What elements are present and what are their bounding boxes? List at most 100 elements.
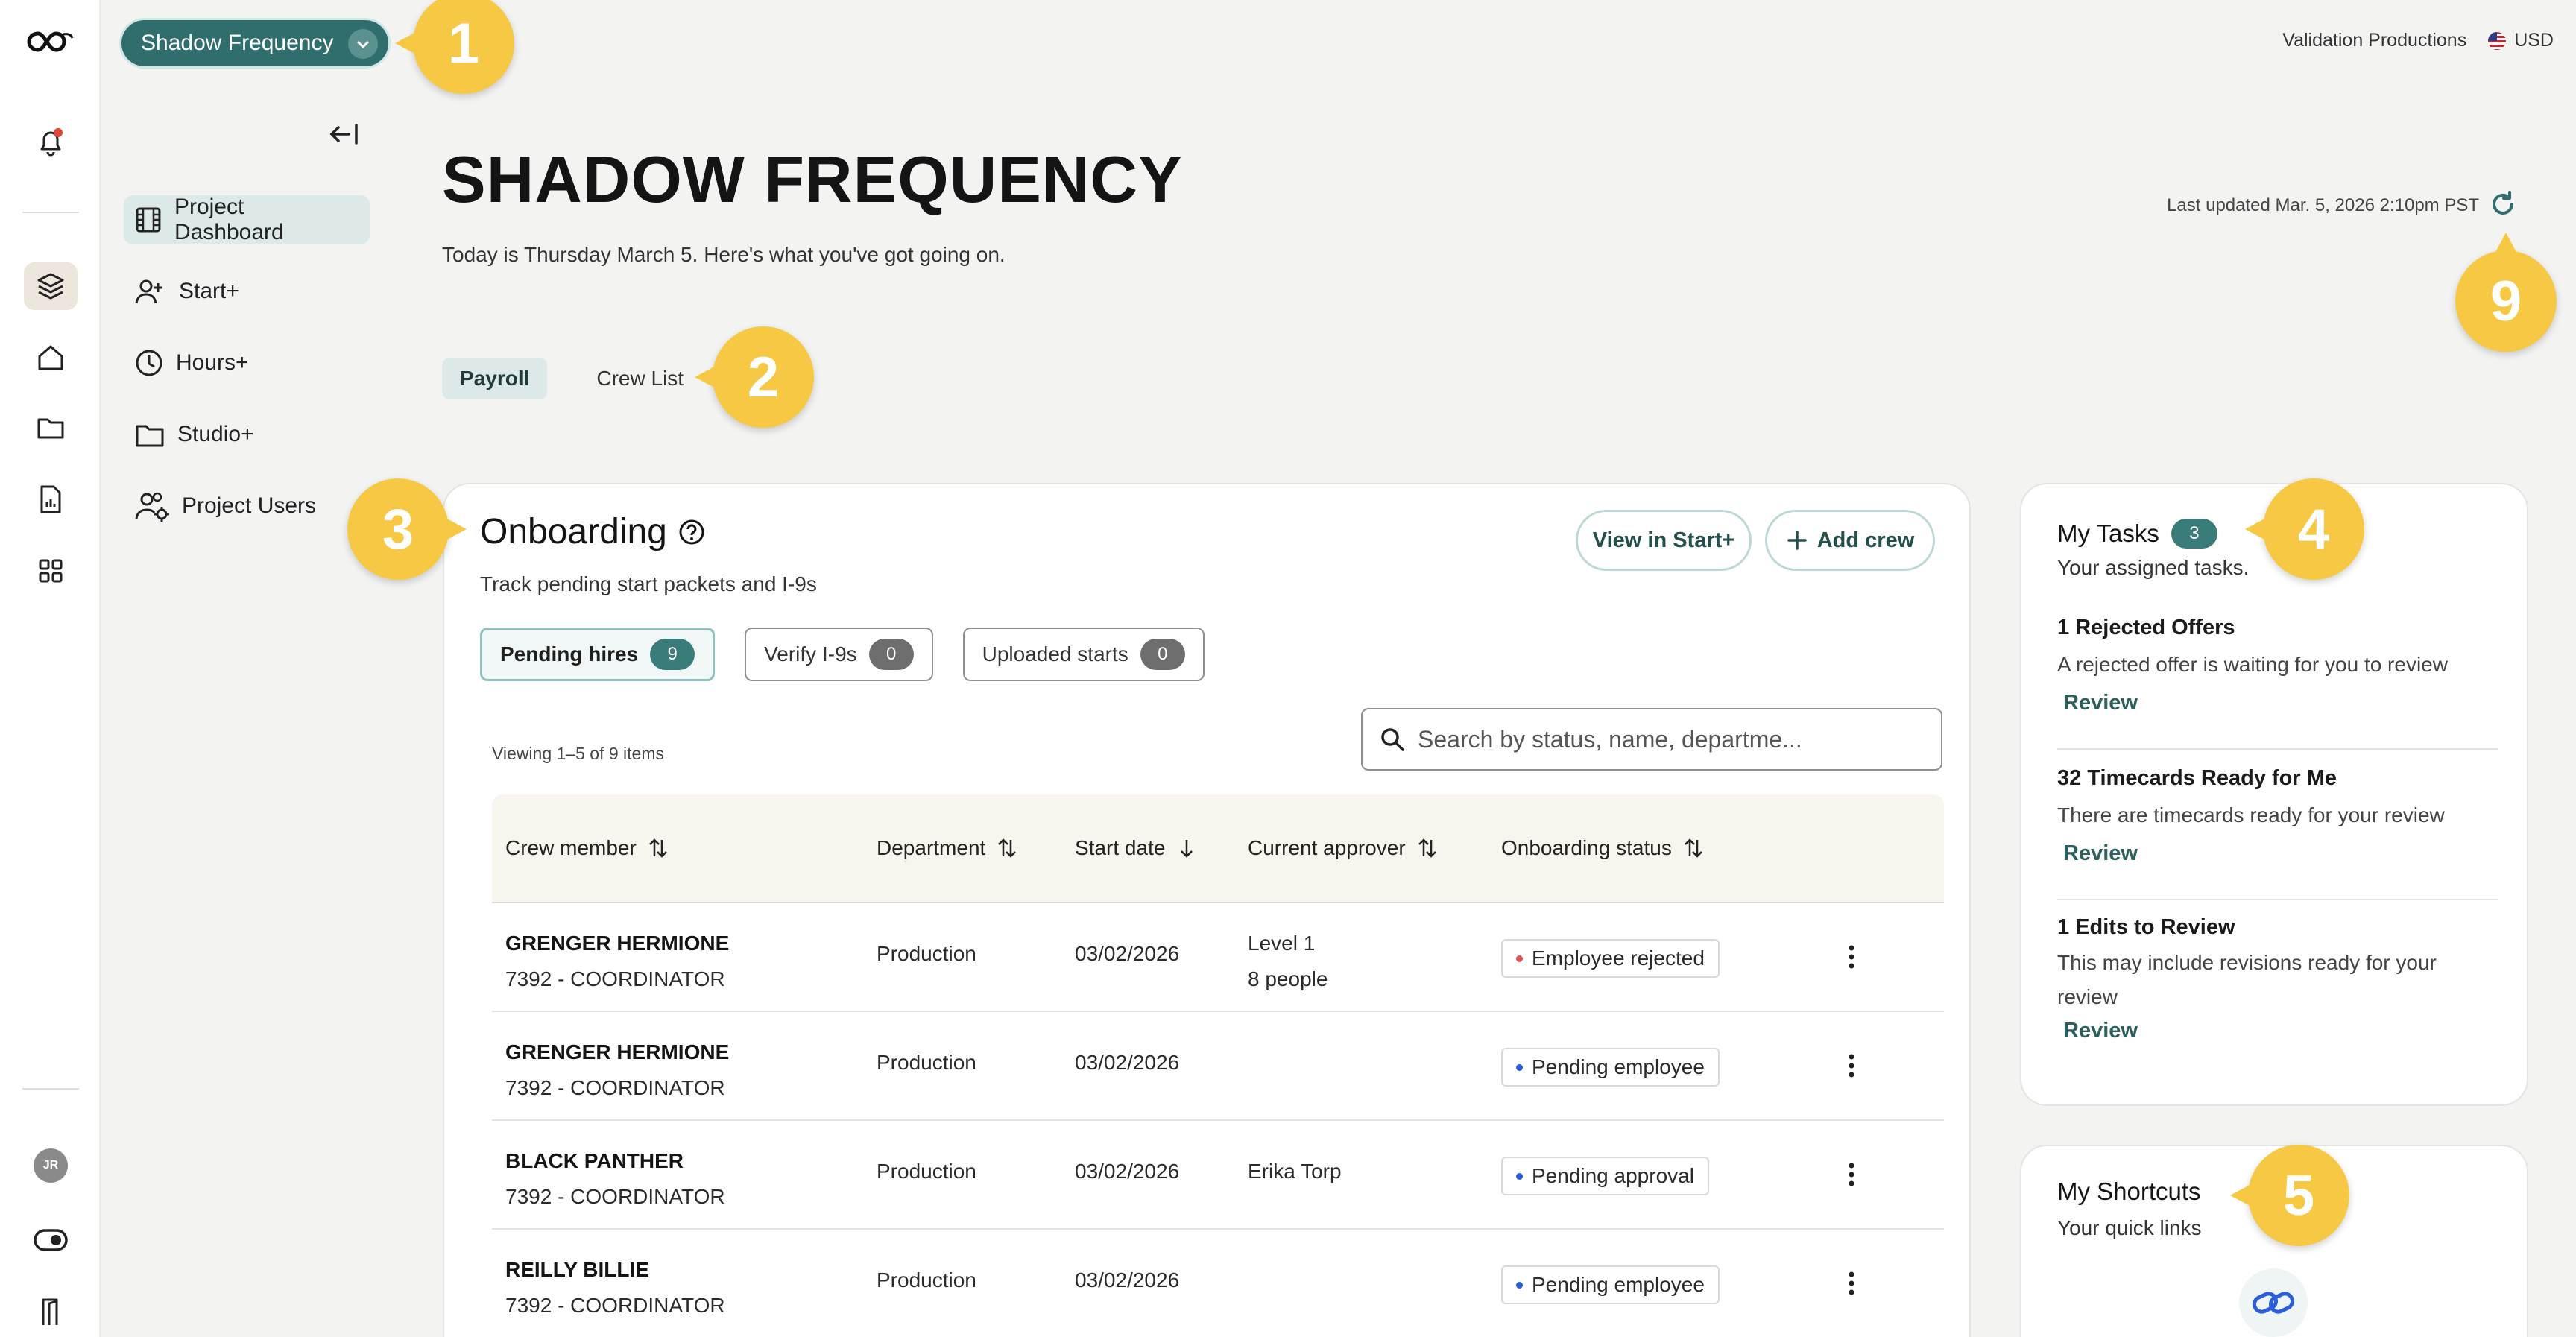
task-title: 1 Edits to Review [2057,915,2235,939]
task-review-link[interactable]: Review [2063,841,2498,866]
search-box[interactable] [1361,708,1942,771]
task-item: 1 Edits to Review This may include revis… [2057,915,2460,1043]
report-document-icon[interactable] [24,475,78,523]
chip-label: Pending hires [500,642,639,666]
column-header-department[interactable]: Department [877,836,1018,860]
refresh-icon[interactable] [2487,188,2519,221]
apps-grid-icon[interactable] [24,547,78,595]
more-vertical-icon[interactable] [1844,1049,1859,1082]
sidebar-item-project-dashboard[interactable]: Project Dashboard [124,195,370,244]
task-description: A rejected offer is waiting for you to r… [2057,653,2448,676]
my-tasks-card: My Tasks 3 Your assigned tasks. 1 Reject… [2020,483,2528,1106]
user-avatar[interactable]: JR [24,1142,78,1189]
sort-icon [648,838,667,858]
status-label: Pending employee [1532,1273,1705,1296]
last-updated-timestamp: Last updated Mar. 5, 2026 2:10pm PST [2167,195,2479,215]
rail-divider [22,1088,79,1090]
task-review-link[interactable]: Review [2063,1019,2460,1043]
sidebar-item-hours-plus[interactable]: Hours+ [124,338,370,388]
task-description: There are timecards ready for your revie… [2057,803,2445,826]
my-tasks-subtitle: Your assigned tasks. [2057,556,2250,579]
top-right-info: Validation Productions USD [2282,30,2554,51]
status-badge: Pending approval [1501,1157,1709,1195]
exit-door-icon[interactable] [24,1288,78,1336]
status-label: Employee rejected [1532,946,1705,970]
sort-icon [1684,838,1702,858]
department-cell: Production [877,1160,976,1183]
table-row[interactable]: GRENGER HERMIONE 7392 - COORDINATOR Prod… [492,903,1944,1012]
table-row[interactable]: REILLY BILLIE 7392 - COORDINATOR Product… [492,1230,1944,1337]
chip-pending-hires[interactable]: Pending hires 9 [480,628,716,681]
onboarding-card: Onboarding Track pending start packets a… [443,483,1971,1337]
department-cell: Production [877,942,976,965]
crew-name[interactable]: BLACK PANTHER [505,1143,725,1179]
column-label: Department [877,836,986,859]
status-badge: Pending employee [1501,1265,1720,1304]
more-vertical-icon[interactable] [1844,1158,1859,1191]
dashboard-tabs: Payroll Crew List [442,358,701,399]
crew-member-cell: REILLY BILLIE 7392 - COORDINATOR [505,1252,725,1324]
sidebar-item-label: Hours+ [176,350,249,375]
home-icon[interactable] [24,334,78,382]
chip-verify-i9s[interactable]: Verify I-9s 0 [745,628,933,681]
chip-count: 0 [868,639,914,670]
help-circle-icon[interactable] [678,518,706,546]
task-title: 1 Rejected Offers [2057,616,2235,639]
column-header-current-approver[interactable]: Current approver [1248,836,1439,860]
column-header-start-date[interactable]: Start date [1075,836,1198,860]
film-icon [136,207,161,233]
sidebar-item-project-users[interactable]: Project Users [124,481,370,531]
crew-name[interactable]: GRENGER HERMIONE [505,926,729,961]
link-icon[interactable] [2239,1268,2308,1337]
crew-name[interactable]: REILLY BILLIE [505,1252,725,1288]
approver-level: Level 1 [1248,932,1316,955]
company-name[interactable]: Validation Productions [2282,30,2466,51]
notification-bell-icon[interactable] [24,118,78,165]
folder-icon [136,425,164,447]
collapse-sidebar-icon[interactable] [326,119,362,149]
us-flag-icon [2488,31,2507,50]
project-selector[interactable]: Shadow Frequency [119,18,391,69]
logo-icon[interactable] [24,18,78,66]
chip-label: Uploaded starts [982,642,1128,666]
search-input[interactable] [1418,725,1925,753]
callout-badge-4: 4 [2245,478,2364,580]
more-vertical-icon[interactable] [1844,1267,1859,1300]
task-description: This may include revisions ready for you… [2057,951,2437,1008]
column-header-crew-member[interactable]: Crew member [505,836,669,860]
sidebar-item-studio-plus[interactable]: Studio+ [124,410,370,459]
column-header-onboarding-status[interactable]: Onboarding status [1501,836,1705,860]
page-subtitle: Today is Thursday March 5. Here's what y… [442,243,1006,266]
more-vertical-icon[interactable] [1844,941,1859,973]
status-label: Pending approval [1532,1164,1694,1187]
crew-name[interactable]: GRENGER HERMIONE [505,1034,729,1070]
onboarding-subtitle: Track pending start packets and I-9s [480,572,817,595]
folder-icon[interactable] [24,404,78,452]
theme-toggle-icon[interactable] [24,1216,78,1264]
task-review-link[interactable]: Review [2063,691,2498,715]
callout-badge-9: 9 [2455,233,2557,352]
view-in-start-plus-button[interactable]: View in Start+ [1576,510,1752,571]
layers-icon[interactable] [24,262,78,310]
tab-crew-list[interactable]: Crew List [578,358,701,399]
column-label: Onboarding status [1501,836,1672,859]
column-label: Crew member [505,836,637,859]
tab-payroll[interactable]: Payroll [442,358,548,399]
sidebar-item-label: Project Users [182,493,317,518]
clock-icon [136,350,162,376]
my-shortcuts-subtitle: Your quick links [2057,1216,2202,1239]
my-shortcuts-title: My Shortcuts [2057,1178,2201,1205]
currency-selector[interactable]: USD [2487,30,2554,51]
plus-icon [1787,531,1807,550]
table-row[interactable]: GRENGER HERMIONE 7392 - COORDINATOR Prod… [492,1012,1944,1121]
project-sidenav: Project Dashboard Start+ Hours+ Studio+ … [124,195,370,553]
approver-count: 8 people [1248,967,1328,990]
table-row[interactable]: BLACK PANTHER 7392 - COORDINATOR Product… [492,1121,1944,1230]
sort-icon [1418,838,1436,858]
add-crew-button[interactable]: Add crew [1765,510,1935,571]
pagination-summary: Viewing 1–5 of 9 items [492,744,664,763]
chip-uploaded-starts[interactable]: Uploaded starts 0 [962,628,1205,681]
users-settings-icon [135,492,169,522]
sidebar-item-start-plus[interactable]: Start+ [124,267,370,316]
task-item: 32 Timecards Ready for Me There are time… [2057,766,2498,866]
